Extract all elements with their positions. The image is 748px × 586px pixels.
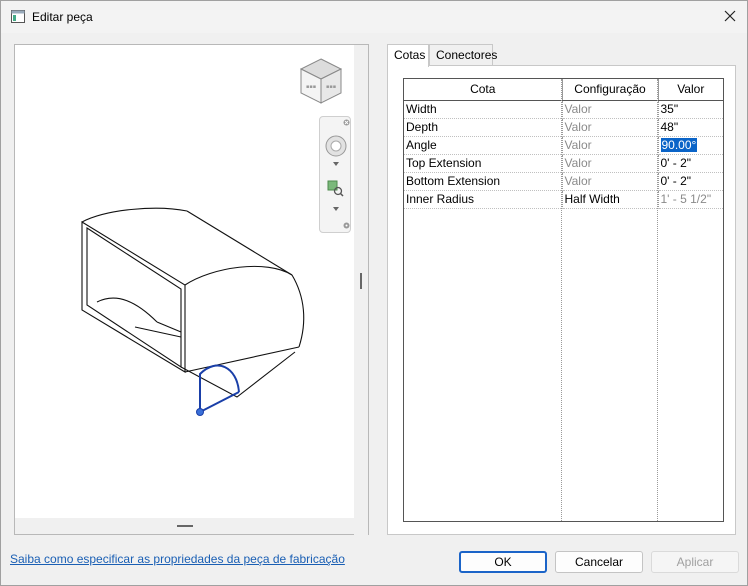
close-button[interactable]	[713, 1, 747, 31]
column-header-valor[interactable]: Valor	[658, 79, 723, 101]
close-icon[interactable]	[343, 119, 350, 126]
window-icon	[11, 10, 25, 23]
svg-text:▪▪▪: ▪▪▪	[306, 84, 316, 90]
apply-button[interactable]: Aplicar	[651, 551, 739, 573]
preview-horizontal-scrollbar[interactable]	[15, 518, 356, 534]
tab-conectores[interactable]: Conectores	[429, 44, 497, 66]
edit-part-dialog: Editar peça ▪▪▪ ▪▪▪ Cotas Conectores Cot…	[0, 0, 748, 586]
close-icon	[724, 10, 736, 22]
chevron-down-icon[interactable]	[333, 207, 339, 212]
duct-elbow-model	[81, 207, 305, 416]
settings-icon[interactable]	[343, 222, 350, 229]
tab-cotas[interactable]: Cotas	[387, 44, 429, 67]
navigation-bar	[319, 116, 351, 233]
chevron-down-icon[interactable]	[333, 162, 339, 167]
svg-text:▪▪▪: ▪▪▪	[326, 84, 336, 90]
grid-column-line	[404, 79, 658, 521]
help-link[interactable]: Saiba como especificar as propriedades d…	[10, 552, 345, 566]
ok-button[interactable]: OK	[459, 551, 547, 573]
selected-value-text[interactable]: 90.00°	[660, 138, 698, 152]
title-bar: Editar peça	[1, 1, 747, 33]
scroll-grip[interactable]	[177, 525, 193, 527]
window-title: Editar peça	[32, 10, 93, 24]
dimension-value-cell[interactable]: 1' - 5 1/2"	[658, 190, 723, 209]
dimension-value-cell[interactable]: 35"	[658, 100, 723, 119]
steering-wheel-icon[interactable]	[325, 135, 347, 157]
dimension-value-cell[interactable]: 0' - 2"	[658, 172, 723, 191]
tab-panel-cotas: Cota Configuração Valor Width Valor 35" Dep…	[387, 65, 736, 535]
cancel-button[interactable]: Cancelar	[555, 551, 643, 573]
dimension-value-cell[interactable]: 48"	[658, 118, 723, 137]
part-preview-viewport[interactable]: ▪▪▪ ▪▪▪	[14, 44, 369, 536]
dimensions-grid: Cota Configuração Valor Width Valor 35" Dep…	[403, 78, 724, 522]
zoom-icon[interactable]	[327, 180, 344, 197]
scroll-grip[interactable]	[360, 273, 362, 289]
dimension-value-cell[interactable]: 0' - 2"	[658, 154, 723, 173]
dimension-value-cell[interactable]: 90.00°	[658, 136, 723, 155]
preview-vertical-scrollbar[interactable]	[354, 45, 368, 536]
viewcube-icon[interactable]: ▪▪▪ ▪▪▪	[297, 57, 345, 107]
